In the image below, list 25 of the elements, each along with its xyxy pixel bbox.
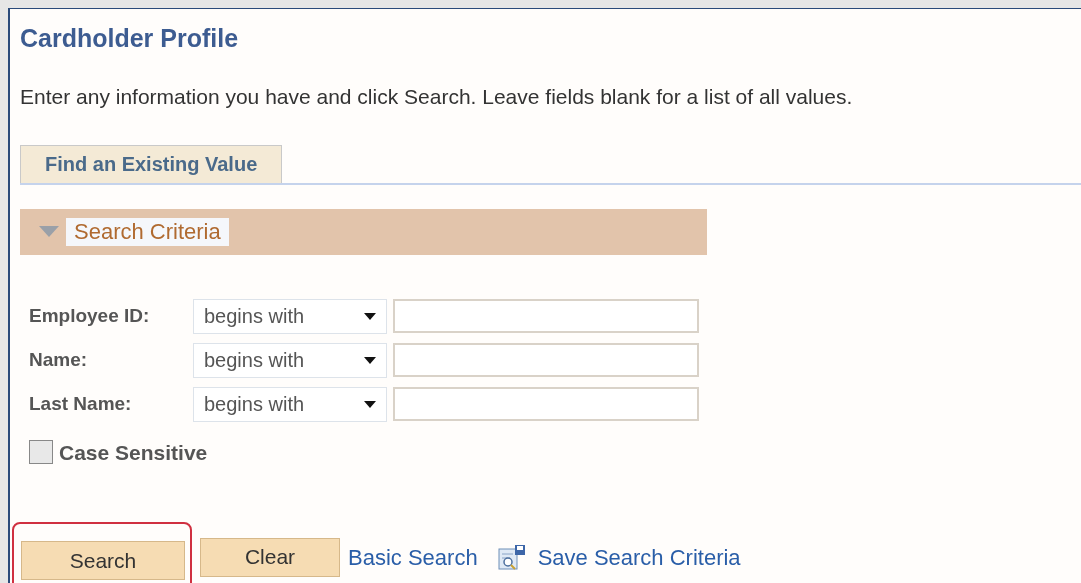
checkbox-label: Case Sensitive xyxy=(59,439,208,466)
action-button[interactable]: Clear xyxy=(200,537,340,577)
link[interactable]: Save Search Criteria xyxy=(497,540,741,574)
field-label: Last Name: xyxy=(29,391,133,416)
dropdown-caret-icon xyxy=(364,312,376,320)
search-input-field[interactable] xyxy=(393,387,699,421)
collapse-triangle-icon xyxy=(38,224,60,239)
dropdown-caret-icon xyxy=(364,356,376,364)
section-title: Search Criteria xyxy=(66,217,229,246)
operator-dropdown[interactable]: begins with xyxy=(193,386,387,422)
tab[interactable]: Find an Existing Value xyxy=(20,144,283,183)
dropdown-caret-icon xyxy=(364,400,376,408)
action-button[interactable]: Search xyxy=(21,541,185,580)
field-label: Employee ID: xyxy=(29,303,151,328)
link[interactable]: Basic Search xyxy=(348,540,478,574)
search-input-field[interactable] xyxy=(393,299,699,333)
field-label: Name: xyxy=(29,347,89,372)
operator-dropdown[interactable]: begins with xyxy=(193,298,387,334)
operator-dropdown[interactable]: begins with xyxy=(193,342,387,378)
save-search-icon xyxy=(497,544,526,570)
instructions-text: Enter any information you have and click Search. Leave fields blank for a list of all values. xyxy=(20,84,854,111)
search-input-field[interactable] xyxy=(393,343,699,377)
page-title: Cardholder Profile xyxy=(20,23,240,54)
section-header[interactable]: Search Criteria xyxy=(20,208,707,255)
checkbox[interactable] xyxy=(29,440,53,465)
